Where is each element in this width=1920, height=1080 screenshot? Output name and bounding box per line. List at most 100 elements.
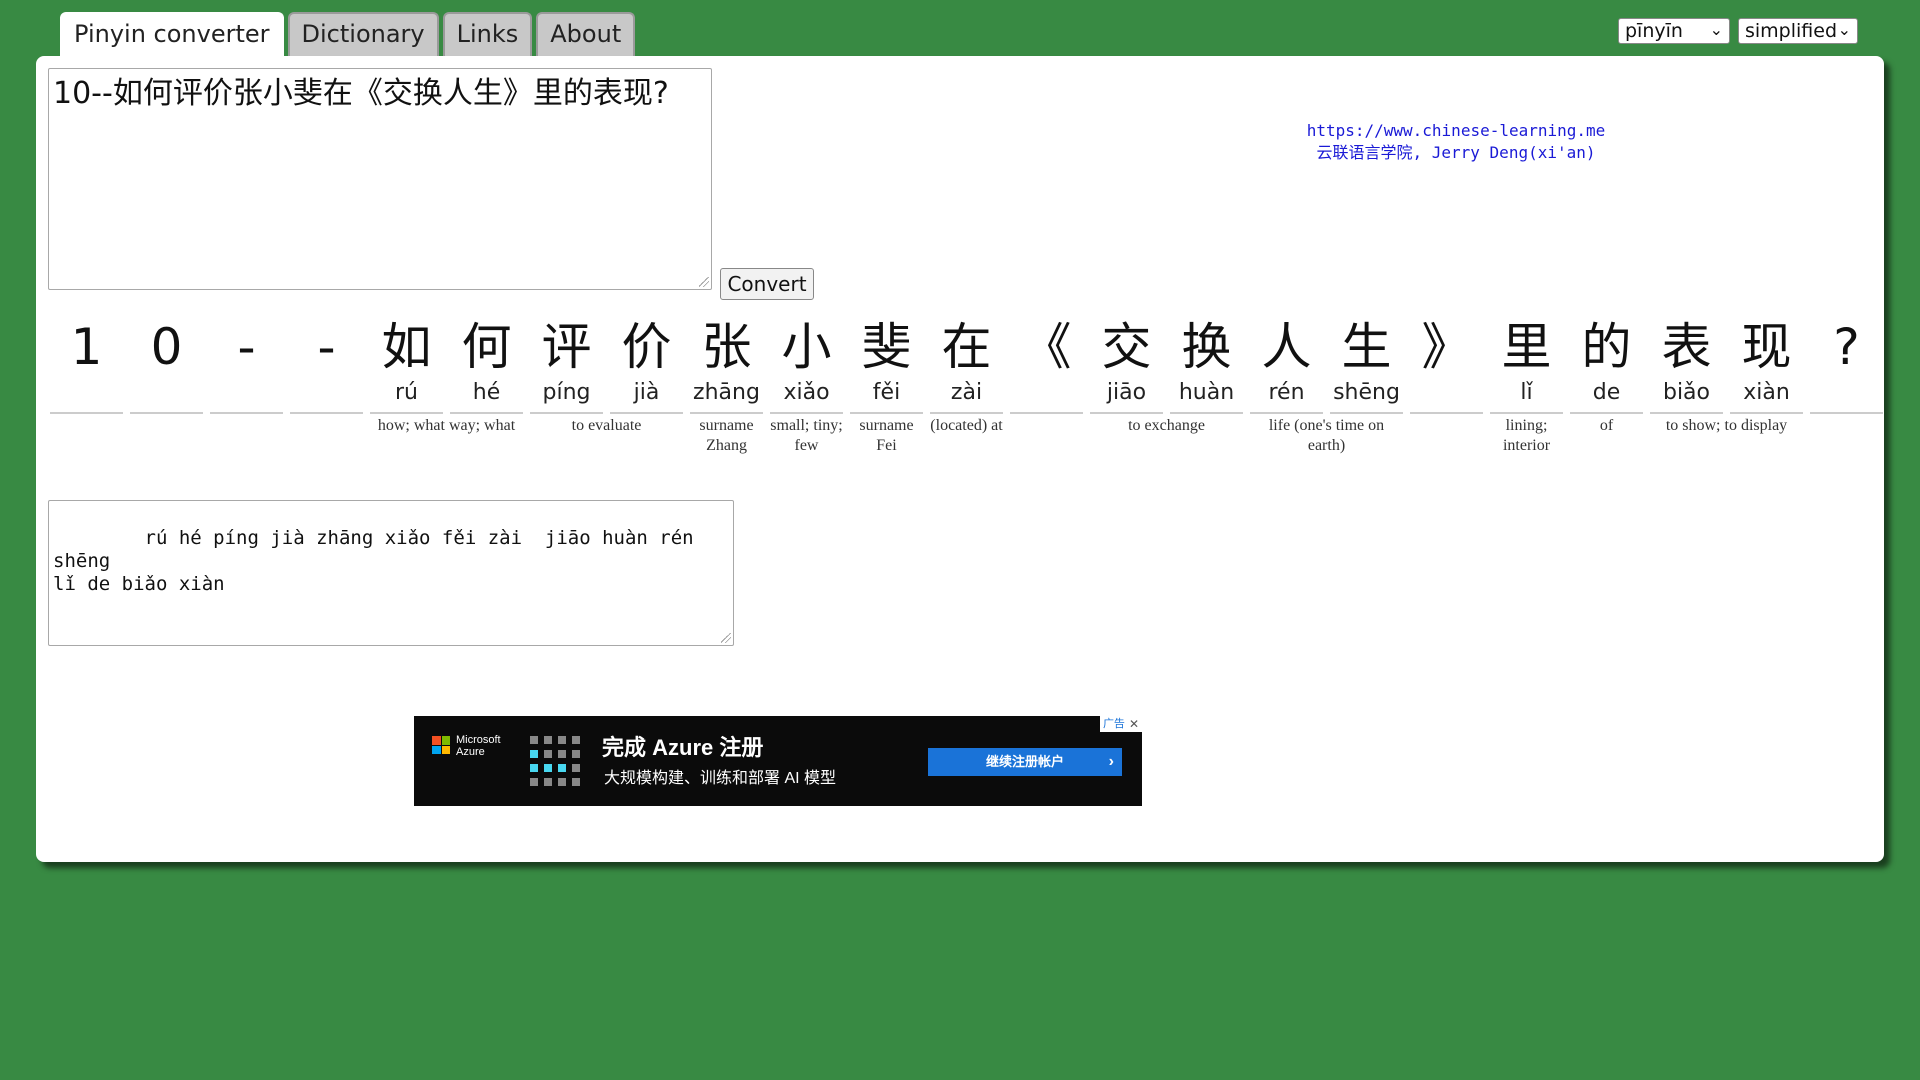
pinyin-output[interactable]: rú hé píng jià zhāng xiǎo fěi zài jiāo h… [48, 500, 734, 646]
pinyin-label: shēng [1333, 380, 1400, 405]
site-byline: 云联语言学院, Jerry Deng(xi'an) [1316, 143, 1596, 162]
pinyin-label: zhāng [693, 380, 760, 405]
hanzi-char: 《 [1021, 318, 1072, 376]
character-cell[interactable]: 表 biǎo [1650, 316, 1723, 414]
resize-handle[interactable] [699, 277, 709, 287]
chevron-right-icon: › [1108, 753, 1114, 770]
character-cell[interactable]: 《 [1010, 316, 1083, 414]
character-cell[interactable]: 斐 fěi [850, 316, 923, 414]
hanzi-char: 何 [461, 318, 512, 376]
character-cell[interactable]: 评 píng [530, 316, 603, 414]
word-definition: surname Fei [859, 417, 914, 454]
cell-divider [1090, 412, 1163, 414]
script-select[interactable]: simplified ⌄ [1738, 18, 1858, 44]
pinyin-label: jiāo [1106, 380, 1147, 405]
microsoft-logo-icon [432, 736, 450, 754]
cell-divider [1490, 412, 1563, 414]
character-cell[interactable]: 何 hé [450, 316, 523, 414]
character-cell[interactable]: 1 [50, 316, 123, 414]
character-cell[interactable]: 里 lǐ [1490, 316, 1563, 414]
converter-panel: 10--如何评价张小斐在《交换人生》里的表现? Convert https://… [36, 56, 1884, 862]
word-definition: small; tiny; few [770, 417, 843, 454]
hanzi-char: 里 [1501, 318, 1552, 376]
hanzi-char: 的 [1581, 318, 1632, 376]
close-icon[interactable]: ✕ [1129, 716, 1139, 732]
pinyin-label: fěi [872, 380, 901, 405]
pinyin-label: jià [633, 380, 660, 405]
character-cell[interactable]: 价 jià [610, 316, 683, 414]
chevron-down-icon: ⌄ [1709, 20, 1723, 39]
cell-divider [1410, 412, 1483, 414]
convert-button[interactable]: Convert [720, 268, 814, 300]
ad-banner[interactable]: Microsoft Azure 完成 Azure 注册 大规模构建、训练和部署 … [414, 716, 1142, 806]
cell-divider [930, 412, 1003, 414]
character-cell[interactable]: 张 zhāng [690, 316, 763, 414]
character-cell[interactable]: 小 xiǎo [770, 316, 843, 414]
character-cell[interactable]: 在 zài [930, 316, 1003, 414]
word-definition: to evaluate [571, 417, 642, 434]
pinyin-label: píng [542, 380, 591, 405]
chevron-down-icon: ⌄ [1837, 20, 1851, 39]
cell-divider [130, 412, 203, 414]
site-url[interactable]: https://www.chinese-learning.me [1266, 120, 1646, 142]
hanzi-char: 交 [1101, 318, 1152, 376]
character-cell[interactable]: 现 xiàn [1730, 316, 1803, 414]
cell-divider [50, 412, 123, 414]
character-cell[interactable]: 交 jiāo [1090, 316, 1163, 414]
hanzi-char: - [317, 318, 336, 376]
cell-divider [1330, 412, 1403, 414]
cell-divider [770, 412, 843, 414]
character-cell[interactable]: 》 [1410, 316, 1483, 414]
hanzi-char: 生 [1341, 318, 1392, 376]
hanzi-char: 人 [1261, 318, 1312, 376]
character-cell[interactable]: 0 [130, 316, 203, 414]
character-cell[interactable]: 换 huàn [1170, 316, 1243, 414]
ad-cta-button[interactable]: 继续注册帐户 › [928, 748, 1122, 776]
chinese-input[interactable]: 10--如何评价张小斐在《交换人生》里的表现? [48, 68, 712, 290]
word-definition: of [1599, 417, 1614, 434]
tab-about[interactable]: About [536, 12, 636, 56]
character-cell[interactable]: ? [1810, 316, 1883, 414]
mode-select-value: pīnyīn [1625, 20, 1683, 42]
tab-links[interactable]: Links [442, 12, 533, 56]
character-cell[interactable]: - [290, 316, 363, 414]
cell-divider [450, 412, 523, 414]
script-select-value: simplified [1745, 20, 1838, 42]
character-cell[interactable]: 人 rén [1250, 316, 1323, 414]
hanzi-char: 》 [1421, 318, 1472, 376]
cell-divider [1250, 412, 1323, 414]
word-definition: to exchange [1128, 417, 1205, 434]
cell-divider [530, 412, 603, 414]
hanzi-char: 在 [941, 318, 992, 376]
character-cell[interactable]: - [210, 316, 283, 414]
cell-divider [1570, 412, 1643, 414]
character-row: 1 0- - 如 rú 何 hé 评 píng 价 jià 张 zhāng 小 xiǎo 斐 fěi 在 zài 《交… [50, 316, 1883, 414]
cell-divider [210, 412, 283, 414]
mode-select[interactable]: pīnyīn ⌄ [1618, 18, 1730, 44]
character-cell[interactable]: 生 shēng [1330, 316, 1403, 414]
character-cell[interactable]: 的 de [1570, 316, 1643, 414]
tab-dictionary[interactable]: Dictionary [287, 12, 439, 56]
site-credit: https://www.chinese-learning.me 云联语言学院, … [1266, 120, 1646, 164]
ad-choices-badge[interactable]: 广告 ✕ [1099, 716, 1142, 732]
word-definition: how; what way; what [377, 417, 516, 434]
pinyin-label: hé [472, 380, 501, 405]
ad-mark-label: 广告 [1102, 718, 1125, 730]
pinyin-label: biǎo [1662, 380, 1711, 405]
ad-title: 完成 Azure 注册 [602, 735, 764, 760]
hanzi-char: 现 [1741, 318, 1792, 376]
tab-pinyin-converter[interactable]: Pinyin converter [60, 12, 284, 58]
word-definition: surname Zhang [699, 417, 754, 454]
hanzi-char: 斐 [861, 318, 912, 376]
character-cell[interactable]: 如 rú [370, 316, 443, 414]
cell-divider [1730, 412, 1803, 414]
cell-divider [1650, 412, 1723, 414]
ad-brand: Microsoft Azure [456, 734, 501, 758]
resize-handle[interactable] [721, 633, 731, 643]
word-definition: life (one's time on earth) [1268, 417, 1385, 454]
cell-divider [1810, 412, 1883, 414]
azure-grid-icon [530, 736, 580, 786]
chinese-input-text: 10--如何评价张小斐在《交换人生》里的表现? [53, 76, 669, 111]
word-definition: to show; to display [1665, 417, 1788, 434]
ad-subtitle: 大规模构建、训练和部署 AI 模型 [604, 770, 837, 787]
